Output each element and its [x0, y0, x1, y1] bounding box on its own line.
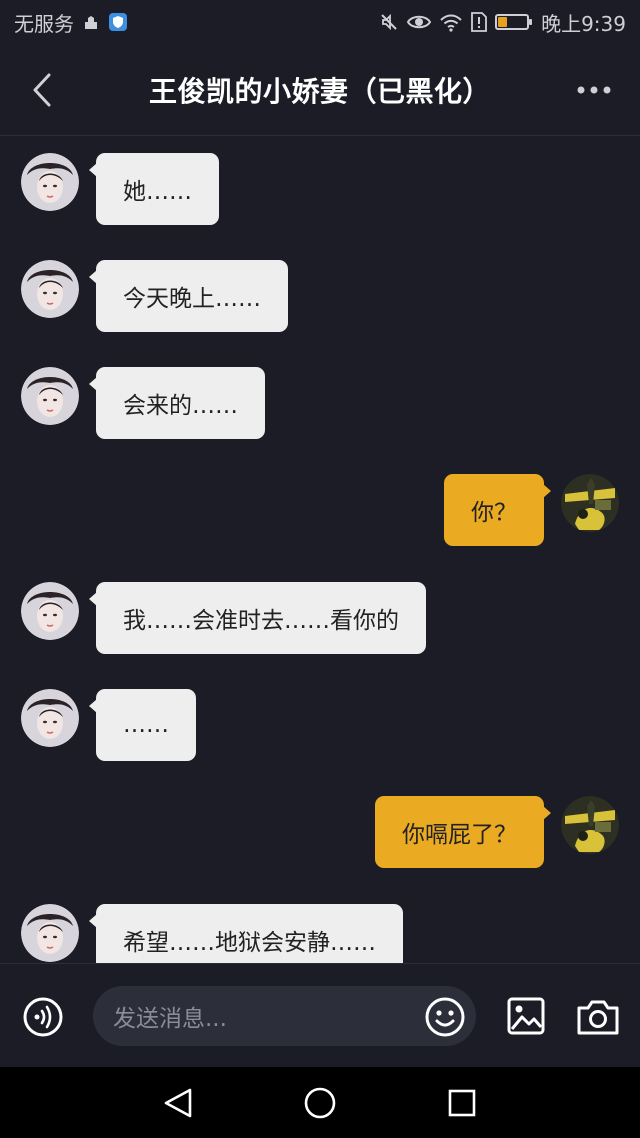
composer-bar: 发送消息...	[0, 963, 640, 1067]
contact-avatar[interactable]	[21, 367, 79, 425]
shield-icon	[108, 12, 128, 32]
more-dots-icon	[577, 86, 611, 94]
contact-avatar[interactable]	[21, 689, 79, 747]
message-bubble-outgoing[interactable]: 你嗝屁了？	[375, 796, 551, 868]
camera-icon	[577, 1000, 619, 1035]
nav-back-button[interactable]	[160, 1087, 196, 1119]
image-button[interactable]	[507, 997, 545, 1035]
circle-home-icon	[304, 1087, 336, 1119]
camera-button[interactable]	[576, 998, 620, 1036]
emoji-icon	[425, 997, 465, 1037]
notification-icon	[82, 14, 100, 30]
message-input[interactable]: 发送消息...	[93, 986, 476, 1046]
status-bar: 无服务 晚上9:39	[0, 0, 640, 44]
user-avatar[interactable]	[561, 474, 619, 532]
message-input-placeholder: 发送消息...	[113, 1006, 227, 1032]
contact-avatar[interactable]	[21, 904, 79, 962]
voice-icon	[23, 997, 63, 1037]
voice-button[interactable]	[22, 996, 64, 1038]
contact-avatar[interactable]	[21, 260, 79, 318]
message-bubble-incoming[interactable]: 我……会准时去……看你的	[89, 582, 426, 654]
mute-icon	[379, 12, 399, 32]
battery-icon	[495, 14, 533, 30]
back-button[interactable]	[22, 70, 62, 110]
chat-header: 王俊凯的小娇妻（已黑化）	[0, 44, 640, 136]
status-left: 无服务	[14, 8, 128, 37]
clock-text: 晚上9:39	[541, 11, 626, 36]
contact-avatar[interactable]	[21, 153, 79, 211]
user-avatar[interactable]	[561, 796, 619, 854]
triangle-back-icon	[164, 1088, 192, 1118]
nav-recents-button[interactable]	[446, 1087, 478, 1119]
image-icon	[507, 997, 545, 1035]
emoji-button[interactable]	[424, 996, 466, 1038]
eye-icon	[407, 13, 432, 31]
wifi-icon	[439, 12, 463, 32]
message-bubble-incoming[interactable]: ……	[89, 689, 196, 761]
system-nav-bar	[0, 1067, 640, 1138]
nav-home-button[interactable]	[302, 1085, 338, 1121]
chat-title: 王俊凯的小娇妻（已黑化）	[148, 74, 491, 108]
message-bubble-incoming[interactable]: 希望……地狱会安静……	[89, 904, 403, 963]
sim-alert-icon	[471, 12, 487, 32]
contact-avatar[interactable]	[21, 582, 79, 640]
square-recents-icon	[448, 1089, 476, 1117]
message-list[interactable]: 她…… 今天晚上…… 会来的…… 你？ 我……会准时去……看你的 …… 你嗝屁了…	[0, 137, 640, 963]
message-bubble-incoming[interactable]: 今天晚上……	[89, 260, 288, 332]
message-bubble-outgoing[interactable]: 你？	[444, 474, 551, 546]
chevron-left-icon	[33, 73, 51, 107]
status-right: 晚上9:39	[379, 8, 626, 37]
message-bubble-incoming[interactable]: 她……	[89, 153, 219, 225]
message-bubble-incoming[interactable]: 会来的……	[89, 367, 265, 439]
more-options-button[interactable]	[574, 74, 614, 106]
carrier-text: 无服务	[14, 11, 74, 36]
